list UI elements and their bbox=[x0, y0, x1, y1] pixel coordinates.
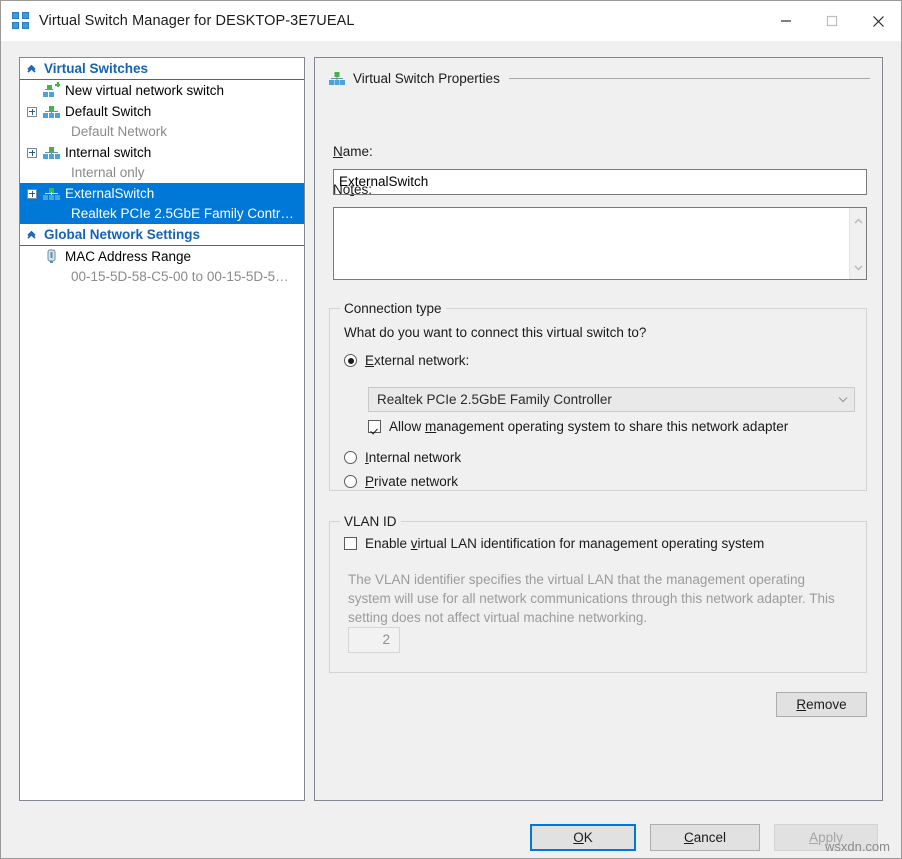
ok-button[interactable]: OK bbox=[530, 824, 636, 851]
tree-item-new-virtual-network-switch[interactable]: New virtual network switch bbox=[20, 80, 304, 101]
window-controls bbox=[763, 1, 901, 41]
tree-item-label: New virtual network switch bbox=[65, 83, 224, 98]
remove-button-label: Remove bbox=[796, 697, 846, 712]
tree-item-label: ExternalSwitch bbox=[65, 186, 154, 201]
tree-section-global-network-settings[interactable]: Global Network Settings bbox=[20, 224, 304, 246]
expand-icon[interactable] bbox=[27, 107, 37, 117]
section-title: Virtual Switch Properties bbox=[353, 71, 500, 86]
checkbox-label: Allow management operating system to sha… bbox=[389, 419, 788, 434]
checkbox-indicator[interactable] bbox=[344, 537, 357, 550]
collapse-chevron-icon bbox=[26, 63, 37, 74]
expand-icon[interactable] bbox=[27, 189, 37, 199]
notes-textarea[interactable] bbox=[333, 207, 867, 280]
tree-section-label: Virtual Switches bbox=[44, 61, 148, 76]
radio-label: Internal network bbox=[365, 450, 461, 465]
switch-icon bbox=[43, 187, 60, 201]
tree-item-mac-address-range[interactable]: MAC Address Range bbox=[20, 246, 304, 267]
radio-indicator[interactable] bbox=[344, 354, 357, 367]
vlan-id-legend: VLAN ID bbox=[340, 514, 401, 529]
section-divider bbox=[509, 78, 870, 79]
notes-label: Notes: bbox=[333, 182, 372, 197]
expand-icon[interactable] bbox=[27, 148, 37, 158]
navigation-tree[interactable]: Virtual Switches New virtual network swi… bbox=[19, 57, 305, 801]
radio-indicator[interactable] bbox=[344, 475, 357, 488]
radio-private-network[interactable]: Private network bbox=[344, 474, 458, 489]
name-input[interactable]: ExternalSwitch bbox=[333, 169, 867, 195]
properties-panel: Virtual Switch Properties Name: External… bbox=[314, 57, 883, 801]
chevron-down-icon[interactable] bbox=[832, 396, 854, 403]
collapse-chevron-icon bbox=[26, 229, 37, 240]
radio-label: Private network bbox=[365, 474, 458, 489]
tree-item-internal-switch[interactable]: Internal switch bbox=[20, 142, 304, 163]
tree-item-sublabel: 00-15-5D-58-C5-00 to 00-15-5D-5… bbox=[20, 267, 304, 287]
checkbox-label: Enable virtual LAN identification for ma… bbox=[365, 536, 764, 551]
dialog-footer: OK Cancel Apply wsxdn.com bbox=[1, 811, 901, 856]
tree-item-label: MAC Address Range bbox=[65, 249, 191, 264]
tree-item-externalswitch[interactable]: ExternalSwitch bbox=[20, 183, 304, 204]
radio-indicator[interactable] bbox=[344, 451, 357, 464]
maximize-button[interactable] bbox=[809, 1, 855, 41]
checkbox-enable-vlan[interactable]: Enable virtual LAN identification for ma… bbox=[344, 536, 764, 551]
remove-button[interactable]: Remove bbox=[776, 692, 867, 717]
tree-section-label: Global Network Settings bbox=[44, 227, 200, 242]
minimize-button[interactable] bbox=[763, 1, 809, 41]
mac-address-icon bbox=[43, 249, 60, 264]
connection-type-group: Connection type What do you want to conn… bbox=[329, 308, 867, 491]
network-adapter-selected: Realtek PCIe 2.5GbE Family Controller bbox=[369, 392, 832, 407]
title-bar: Virtual Switch Manager for DESKTOP-3E7UE… bbox=[1, 1, 901, 41]
tree-item-label: Internal switch bbox=[65, 145, 151, 160]
virtual-switch-manager-icon bbox=[12, 12, 30, 30]
cancel-button-label: Cancel bbox=[684, 830, 726, 845]
notes-scrollbar[interactable] bbox=[849, 208, 866, 279]
network-adapter-dropdown[interactable]: Realtek PCIe 2.5GbE Family Controller bbox=[368, 387, 855, 412]
expander-placeholder bbox=[27, 86, 37, 96]
vlan-id-input[interactable]: 2 bbox=[348, 627, 400, 653]
name-label: Name: bbox=[333, 144, 373, 159]
expander-placeholder bbox=[27, 252, 37, 262]
connection-type-question: What do you want to connect this virtual… bbox=[344, 325, 646, 340]
tree-item-sublabel: Default Network bbox=[20, 122, 304, 142]
connection-type-legend: Connection type bbox=[340, 301, 446, 316]
switch-icon bbox=[329, 72, 345, 85]
tree-item-sublabel: Realtek PCIe 2.5GbE Family Contr… bbox=[20, 204, 304, 224]
cancel-button[interactable]: Cancel bbox=[650, 824, 760, 851]
tree-item-default-switch[interactable]: Default Switch bbox=[20, 101, 304, 122]
scroll-down-icon[interactable] bbox=[854, 258, 863, 276]
vlan-description: The VLAN identifier specifies the virtua… bbox=[348, 570, 848, 627]
window-title: Virtual Switch Manager for DESKTOP-3E7UE… bbox=[39, 13, 355, 29]
checkbox-indicator[interactable] bbox=[368, 420, 381, 433]
scroll-up-icon[interactable] bbox=[854, 211, 863, 229]
checkbox-allow-management-os[interactable]: Allow management operating system to sha… bbox=[368, 419, 788, 434]
vlan-id-group: VLAN ID Enable virtual LAN identificatio… bbox=[329, 521, 867, 673]
dialog-body: Virtual Switches New virtual network swi… bbox=[1, 41, 901, 858]
virtual-switch-properties-header: Virtual Switch Properties bbox=[329, 69, 870, 87]
radio-internal-network[interactable]: Internal network bbox=[344, 450, 461, 465]
switch-icon bbox=[43, 105, 60, 119]
radio-label: External network: bbox=[365, 353, 469, 368]
tree-section-virtual-switches[interactable]: Virtual Switches bbox=[20, 58, 304, 80]
ok-button-label: OK bbox=[573, 830, 593, 845]
radio-external-network[interactable]: External network: bbox=[344, 353, 469, 368]
virtual-switch-manager-dialog: Virtual Switch Manager for DESKTOP-3E7UE… bbox=[0, 0, 902, 859]
watermark: wsxdn.com bbox=[825, 839, 890, 854]
switch-icon bbox=[43, 146, 60, 160]
tree-item-label: Default Switch bbox=[65, 104, 151, 119]
tree-item-sublabel: Internal only bbox=[20, 163, 304, 183]
close-button[interactable] bbox=[855, 1, 901, 41]
new-switch-icon bbox=[43, 84, 60, 98]
